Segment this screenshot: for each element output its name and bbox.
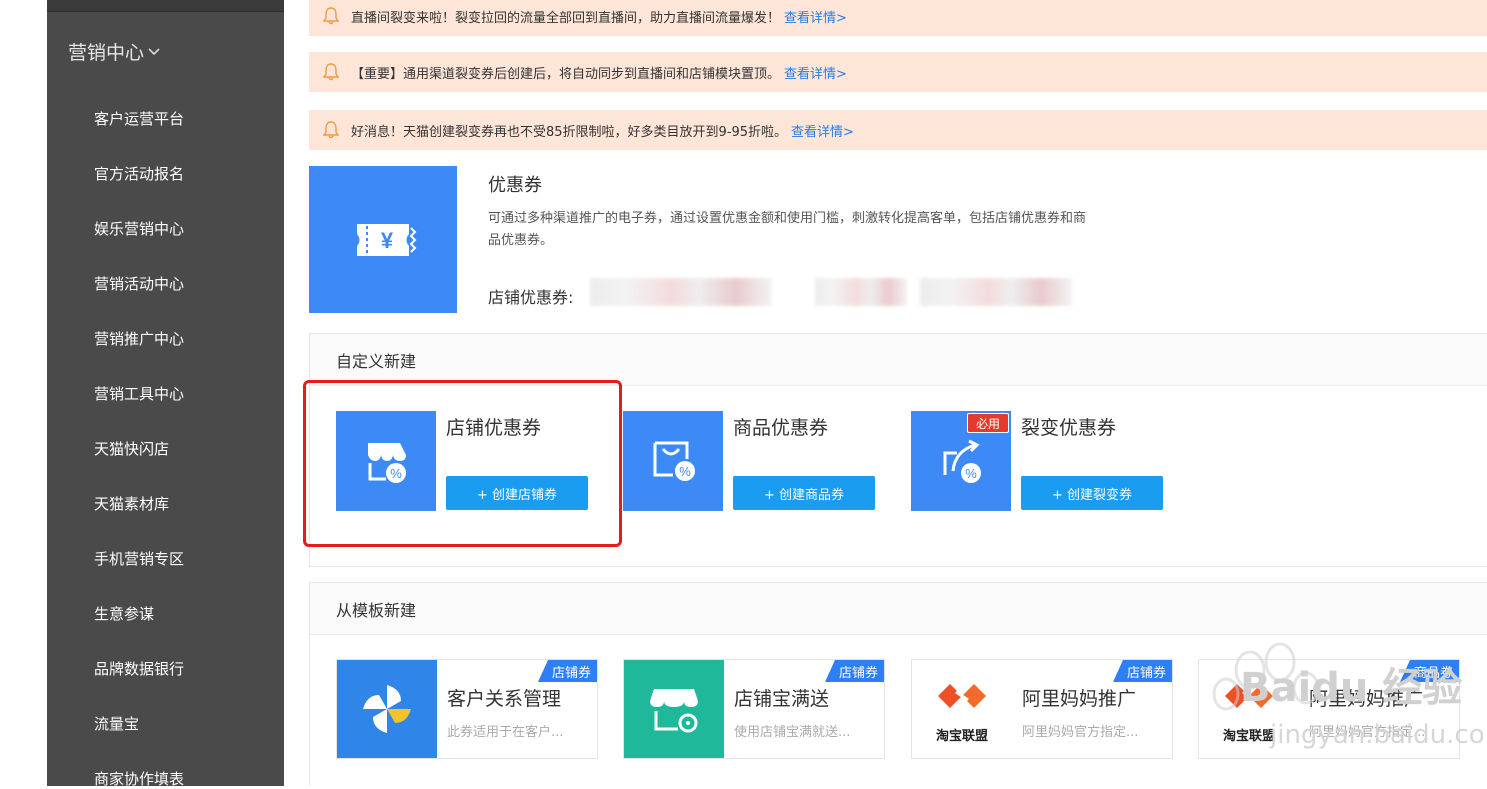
sidebar-item-flash-store[interactable]: 天猫快闪店 bbox=[94, 438, 169, 459]
sidebar-item-tools-center[interactable]: 营销工具中心 bbox=[94, 383, 184, 404]
template-title: 阿里妈妈推广 bbox=[1022, 688, 1137, 710]
redacted-value bbox=[590, 278, 772, 306]
template-card-alimama[interactable]: 淘宝联盟 店铺券 阿里妈妈推广 阿里妈妈官方指定... bbox=[911, 659, 1173, 759]
notice-details-link[interactable]: 查看详情> bbox=[784, 7, 847, 26]
sidebar-item-activity-center[interactable]: 营销活动中心 bbox=[94, 273, 184, 294]
bell-icon bbox=[322, 121, 340, 139]
sidebar-item-customer-ops[interactable]: 客户运营平台 bbox=[94, 108, 184, 129]
template-card-crm[interactable]: 店铺券 客户关系管理 此券适用于在客户... bbox=[336, 659, 598, 759]
sidebar-item-entertainment[interactable]: 娱乐营销中心 bbox=[94, 218, 184, 239]
sidebar-item-mobile-marketing[interactable]: 手机营销专区 bbox=[94, 548, 184, 569]
template-title: 客户关系管理 bbox=[447, 688, 562, 710]
notice-text: 【重要】通用渠道裂变券后创建后，将自动同步到直播间和店铺模块置顶。 bbox=[351, 66, 781, 82]
template-description: 阿里妈妈官方指定... bbox=[1022, 725, 1139, 740]
sidebar-item-business-advisor[interactable]: 生意参谋 bbox=[94, 603, 154, 624]
sidebar-item-material-library[interactable]: 天猫素材库 bbox=[94, 493, 169, 514]
panel-heading: 从模板新建 bbox=[310, 583, 1487, 635]
sidebar-section-title[interactable]: 营销中心 bbox=[68, 38, 160, 65]
sidebar-item-promotion-center[interactable]: 营销推广中心 bbox=[94, 328, 184, 349]
svg-text:%: % bbox=[965, 466, 977, 481]
sidebar: 营销中心 客户运营平台 官方活动报名 娱乐营销中心 营销活动中心 营销推广中心 … bbox=[47, 0, 284, 788]
notice-text: 好消息！天猫创建裂变券再也不受85折限制啦，好多类目放开到9-95折啦。 bbox=[351, 124, 788, 140]
create-item-coupon-button[interactable]: + 创建商品券 bbox=[733, 476, 875, 510]
sidebar-title-label: 营销中心 bbox=[68, 42, 145, 64]
template-title: 店铺宝满送 bbox=[734, 688, 830, 710]
notice-bar: 直播间裂变来啦！裂变拉回的流量全部回到直播间，助力直播间流量爆发！ 查看详情> bbox=[309, 0, 1487, 36]
coupon-type-title: 裂变优惠券 bbox=[1021, 417, 1117, 439]
shop-gear-icon bbox=[624, 660, 724, 758]
template-card-shop-treasure[interactable]: 店铺券 店铺宝满送 使用店铺宝满就送... bbox=[623, 659, 885, 759]
must-use-badge: 必用 bbox=[967, 413, 1009, 433]
template-type-tag: 店铺券 bbox=[1112, 660, 1172, 682]
redacted-value bbox=[920, 278, 1072, 306]
sidebar-item-official-events[interactable]: 官方活动报名 bbox=[94, 163, 184, 184]
create-share-coupon-button[interactable]: + 创建裂变券 bbox=[1021, 476, 1163, 510]
notice-text: 直播间裂变来啦！裂变拉回的流量全部回到直播间，助力直播间流量爆发！ bbox=[351, 10, 781, 26]
coupon-ticket-icon: ¥ bbox=[309, 166, 457, 313]
intro-description: 可通过多种渠道推广的电子券，通过设置优惠金额和使用门槛，刺激转化提高客单，包括店… bbox=[488, 211, 1087, 248]
template-description: 此券适用于在客户... bbox=[447, 725, 564, 740]
bell-icon bbox=[322, 7, 340, 25]
template-type-tag: 店铺券 bbox=[824, 660, 884, 682]
template-type-tag: 店铺券 bbox=[537, 660, 597, 682]
notice-bar: 【重要】通用渠道裂变券后创建后，将自动同步到直播间和店铺模块置顶。 查看详情> bbox=[309, 52, 1487, 92]
chevron-down-icon bbox=[148, 45, 160, 60]
sidebar-item-traffic-treasure[interactable]: 流量宝 bbox=[94, 713, 139, 734]
notice-details-link[interactable]: 查看详情> bbox=[784, 63, 847, 82]
redacted-value bbox=[815, 278, 907, 306]
template-description: 使用店铺宝满就送... bbox=[734, 725, 851, 740]
svg-text:%: % bbox=[679, 464, 691, 479]
sidebar-item-brand-databank[interactable]: 品牌数据银行 bbox=[94, 658, 184, 679]
notice-details-link[interactable]: 查看详情> bbox=[791, 121, 854, 140]
panel-heading: 自定义新建 bbox=[310, 334, 1487, 386]
bell-icon bbox=[322, 63, 340, 81]
sidebar-top-bar bbox=[47, 0, 284, 12]
share-coupon-card: % 必用 裂变优惠券 + 创建裂变券 bbox=[911, 411, 1171, 511]
watermark-url: jingyan.baidu.com bbox=[1270, 720, 1487, 750]
item-coupon-card: % 商品优惠券 + 创建商品券 bbox=[623, 411, 883, 511]
page-title: 优惠券 bbox=[488, 175, 542, 196]
highlight-annotation bbox=[303, 380, 622, 547]
logo-label: 淘宝联盟 bbox=[935, 729, 988, 744]
pinwheel-icon bbox=[337, 660, 437, 758]
bag-coupon-icon: % bbox=[623, 411, 723, 511]
coupon-type-title: 商品优惠券 bbox=[733, 417, 829, 439]
watermark-brand: Baidu 经验 bbox=[1240, 665, 1463, 711]
notice-bar: 好消息！天猫创建裂变券再也不受85折限制啦，好多类目放开到9-95折啦。 查看详… bbox=[309, 110, 1487, 150]
store-coupon-label: 店铺优惠券: bbox=[488, 288, 574, 307]
svg-text:¥: ¥ bbox=[381, 228, 394, 253]
taobao-union-logo-icon: 淘宝联盟 bbox=[912, 660, 1012, 758]
